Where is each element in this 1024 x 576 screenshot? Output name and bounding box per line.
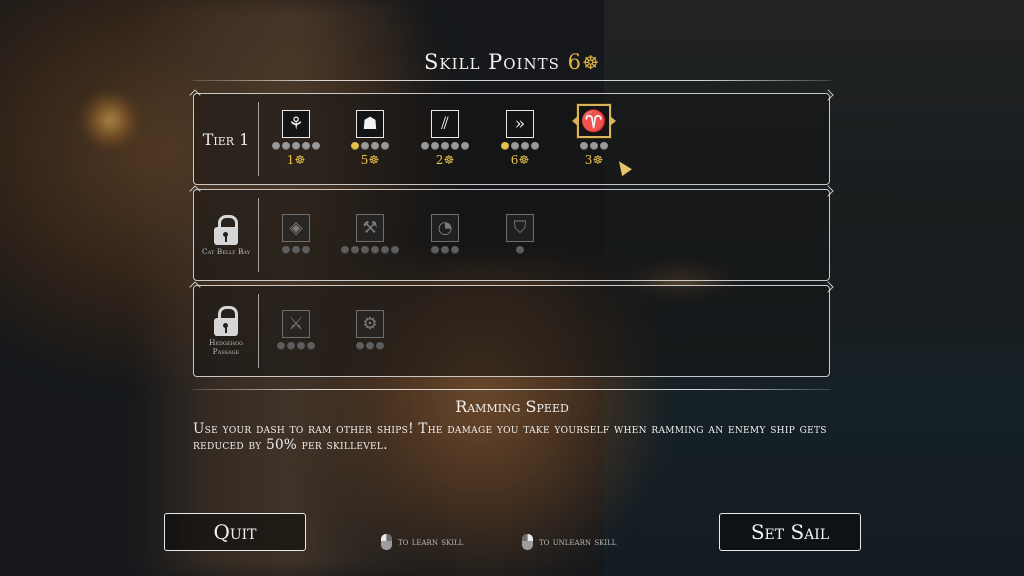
dash-arrows-icon[interactable]: » (506, 110, 534, 138)
speed-gauge-icon[interactable]: ◔ (431, 214, 459, 242)
skill-cost: 6☸ (510, 153, 530, 167)
skill-cost: 1☸ (286, 153, 306, 167)
page-title: Skill Points 6☸ (0, 50, 1024, 74)
hammer-crossed-icon[interactable]: ⚒ (356, 214, 384, 242)
tier-panel-1: Tier 1 ⚘ 1☸ ☗ 5☸ ⫽ 2☸ » 6☸ ♈ 3☸ (193, 93, 830, 185)
lock-icon (213, 214, 239, 245)
skill-level-dots (490, 142, 550, 151)
skill-slot-locked[interactable]: ⚔ (266, 310, 326, 351)
skill-level-dots (340, 142, 400, 151)
mouse-left-click-icon (381, 534, 392, 550)
skill-slot[interactable]: » 6☸ (490, 110, 550, 167)
skill-detail-title: Ramming Speed (455, 397, 569, 416)
skill-slot[interactable]: ☗ 5☸ (340, 110, 400, 167)
bomb-pot-icon[interactable]: ◈ (282, 214, 310, 242)
learn-hint: to learn skill (381, 534, 463, 550)
ship-wheel-icon: ☸ (581, 52, 600, 74)
skill-slot-selected[interactable]: ♈ 3☸ (564, 104, 624, 167)
skill-slot-locked[interactable]: ⛉ (490, 214, 550, 255)
skill-slot-locked[interactable]: ⚒ (340, 214, 400, 255)
skill-points-label: Skill Points (424, 50, 560, 74)
set-sail-button[interactable]: Set Sail (719, 513, 861, 551)
tier-label-locked: Cat Belly Bay (194, 190, 258, 280)
crew-bag-icon[interactable]: ⚘ (282, 110, 310, 138)
skill-level-dots (266, 142, 326, 151)
skill-slot[interactable]: ⫽ 2☸ (415, 110, 475, 167)
unlearn-hint: to unlearn skill (522, 534, 616, 550)
tier-label: Tier 1 (202, 129, 250, 149)
cogwheel-hammer-icon[interactable]: ⚙ (356, 310, 384, 338)
tier-panel-2: Cat Belly Bay ◈ ⚒ ◔ ⛉ (193, 189, 830, 281)
mouse-right-click-icon (522, 534, 533, 550)
claw-marks-icon[interactable]: ⫽ (431, 110, 459, 138)
skill-slot-locked[interactable]: ⚙ (340, 310, 400, 351)
ram-head-icon[interactable]: ♈ (577, 104, 611, 138)
skill-slot[interactable]: ⚘ 1☸ (266, 110, 326, 167)
skill-slot-locked[interactable]: ◔ (415, 214, 475, 255)
divider (193, 389, 831, 390)
tier-label-locked: Hedgehog Passage (194, 286, 258, 376)
skill-slot-locked[interactable]: ◈ (266, 214, 326, 255)
quit-button[interactable]: Quit (164, 513, 306, 551)
captain-hat-icon[interactable]: ☗ (356, 110, 384, 138)
skill-detail-description: Use your dash to ram other ships! The da… (193, 421, 827, 453)
selection-arrow-left (572, 116, 578, 126)
crossed-swords-icon[interactable]: ⚔ (282, 310, 310, 338)
divider (193, 80, 831, 81)
skill-cost: 5☸ (360, 153, 380, 167)
skill-level-dots (564, 142, 624, 151)
skill-cost: 2☸ (435, 153, 455, 167)
skill-level-dots (415, 142, 475, 151)
shield-banner-icon[interactable]: ⛉ (506, 214, 534, 242)
skill-points-count: 6 (567, 50, 582, 74)
selection-arrow-right (610, 116, 616, 126)
tier-panel-3: Hedgehog Passage ⚔ ⚙ (193, 285, 830, 377)
lock-icon (213, 306, 239, 336)
